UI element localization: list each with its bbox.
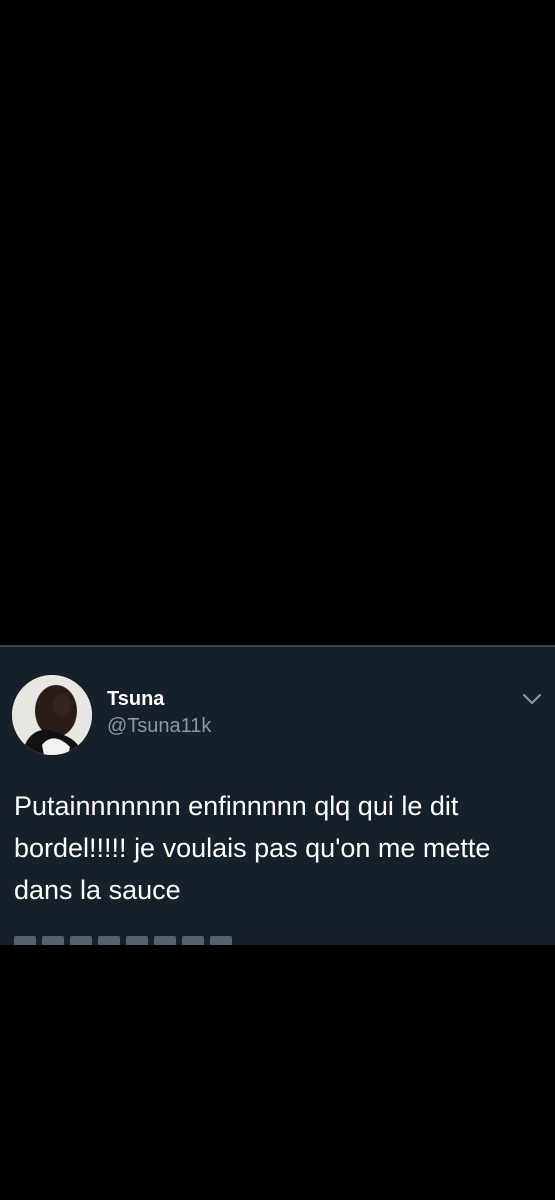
tweet-header: Tsuna @Tsuna11k — [12, 675, 555, 755]
avatar[interactable] — [12, 675, 92, 755]
avatar-photo-icon — [12, 675, 92, 755]
user-handle[interactable]: @Tsuna11k — [107, 713, 211, 739]
tweet-card[interactable]: Tsuna @Tsuna11k Putainnnnnnn enfinnnnn q… — [0, 645, 555, 945]
tweet-text: Putainnnnnnn enfinnnnn qlq qui le dit bo… — [14, 791, 491, 905]
display-name[interactable]: Tsuna — [107, 687, 211, 711]
truncated-text-line — [14, 936, 254, 945]
screenshot-screen: Tsuna @Tsuna11k Putainnnnnnn enfinnnnn q… — [0, 0, 555, 1200]
author-names: Tsuna @Tsuna11k — [107, 687, 211, 739]
chevron-down-icon[interactable] — [521, 691, 543, 707]
